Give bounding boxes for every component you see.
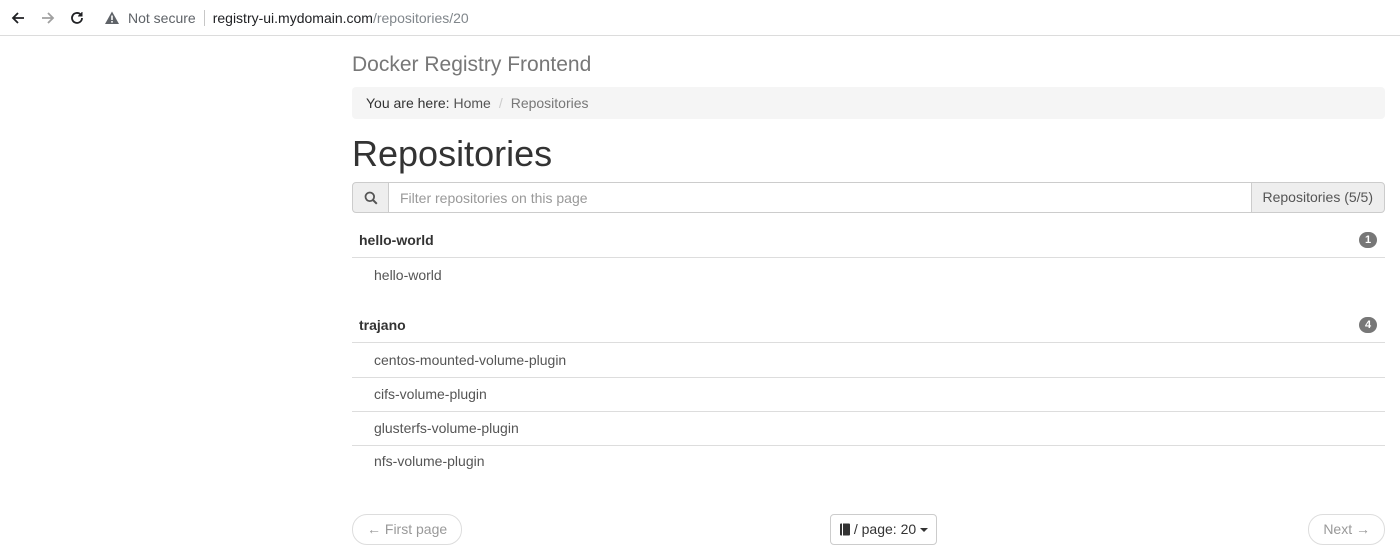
repositories-count: Repositories (5/5) <box>1250 182 1385 213</box>
group-name: trajano <box>359 317 406 333</box>
repo-item-centos-mounted-volume-plugin[interactable]: centos-mounted-volume-plugin <box>352 344 1385 378</box>
back-icon <box>11 12 24 24</box>
search-icon <box>364 191 378 205</box>
repo-item-hello-world[interactable]: hello-world <box>352 259 1385 293</box>
group-header-hello-world: hello-world 1 <box>352 223 1385 258</box>
reload-button[interactable] <box>67 8 87 28</box>
first-page-button[interactable]: ← First page <box>352 514 463 545</box>
repo-count-badge: 4 <box>1359 317 1377 333</box>
address-bar[interactable]: Not secure registry-ui.mydomain.com/repo… <box>104 8 469 28</box>
page-title: Repositories <box>352 133 553 174</box>
repo-item-glusterfs-volume-plugin[interactable]: glusterfs-volume-plugin <box>352 412 1385 446</box>
url-path: /repositories/20 <box>372 10 469 26</box>
filter-group: Repositories (5/5) <box>352 182 1385 213</box>
warning-icon <box>105 11 119 24</box>
book-icon <box>839 523 850 536</box>
search-addon <box>352 182 389 213</box>
group-header-trajano: trajano 4 <box>352 308 1385 343</box>
breadcrumb-home-link[interactable]: Home <box>453 95 490 111</box>
forward-button[interactable] <box>38 8 58 28</box>
browser-toolbar: Not secure registry-ui.mydomain.com/repo… <box>0 0 1400 36</box>
breadcrumb: You are here: Home / Repositories <box>352 87 1385 119</box>
url-separator <box>203 10 205 26</box>
repo-count-badge: 1 <box>1359 232 1377 248</box>
breadcrumb-prefix: You are here: <box>366 95 450 111</box>
app-brand[interactable]: Docker Registry Frontend <box>352 53 591 77</box>
forward-icon <box>42 12 55 24</box>
repo-item-cifs-volume-plugin[interactable]: cifs-volume-plugin <box>352 378 1385 412</box>
next-page-button[interactable]: Next → <box>1308 514 1385 545</box>
group-name: hello-world <box>359 232 434 248</box>
back-button[interactable] <box>8 8 28 28</box>
breadcrumb-divider: / <box>498 95 503 111</box>
per-page-dropdown[interactable]: / page: 20 <box>830 514 937 545</box>
per-page-label: / page: 20 <box>853 521 917 537</box>
breadcrumb-current: Repositories <box>510 95 589 111</box>
filter-repositories-input[interactable] <box>389 182 1251 213</box>
repo-item-nfs-volume-plugin[interactable]: nfs-volume-plugin <box>352 445 1385 479</box>
security-label: Not secure <box>128 10 196 26</box>
reload-icon <box>71 12 83 24</box>
caret-down-icon <box>920 527 929 532</box>
url-host: registry-ui.mydomain.com <box>212 10 373 26</box>
